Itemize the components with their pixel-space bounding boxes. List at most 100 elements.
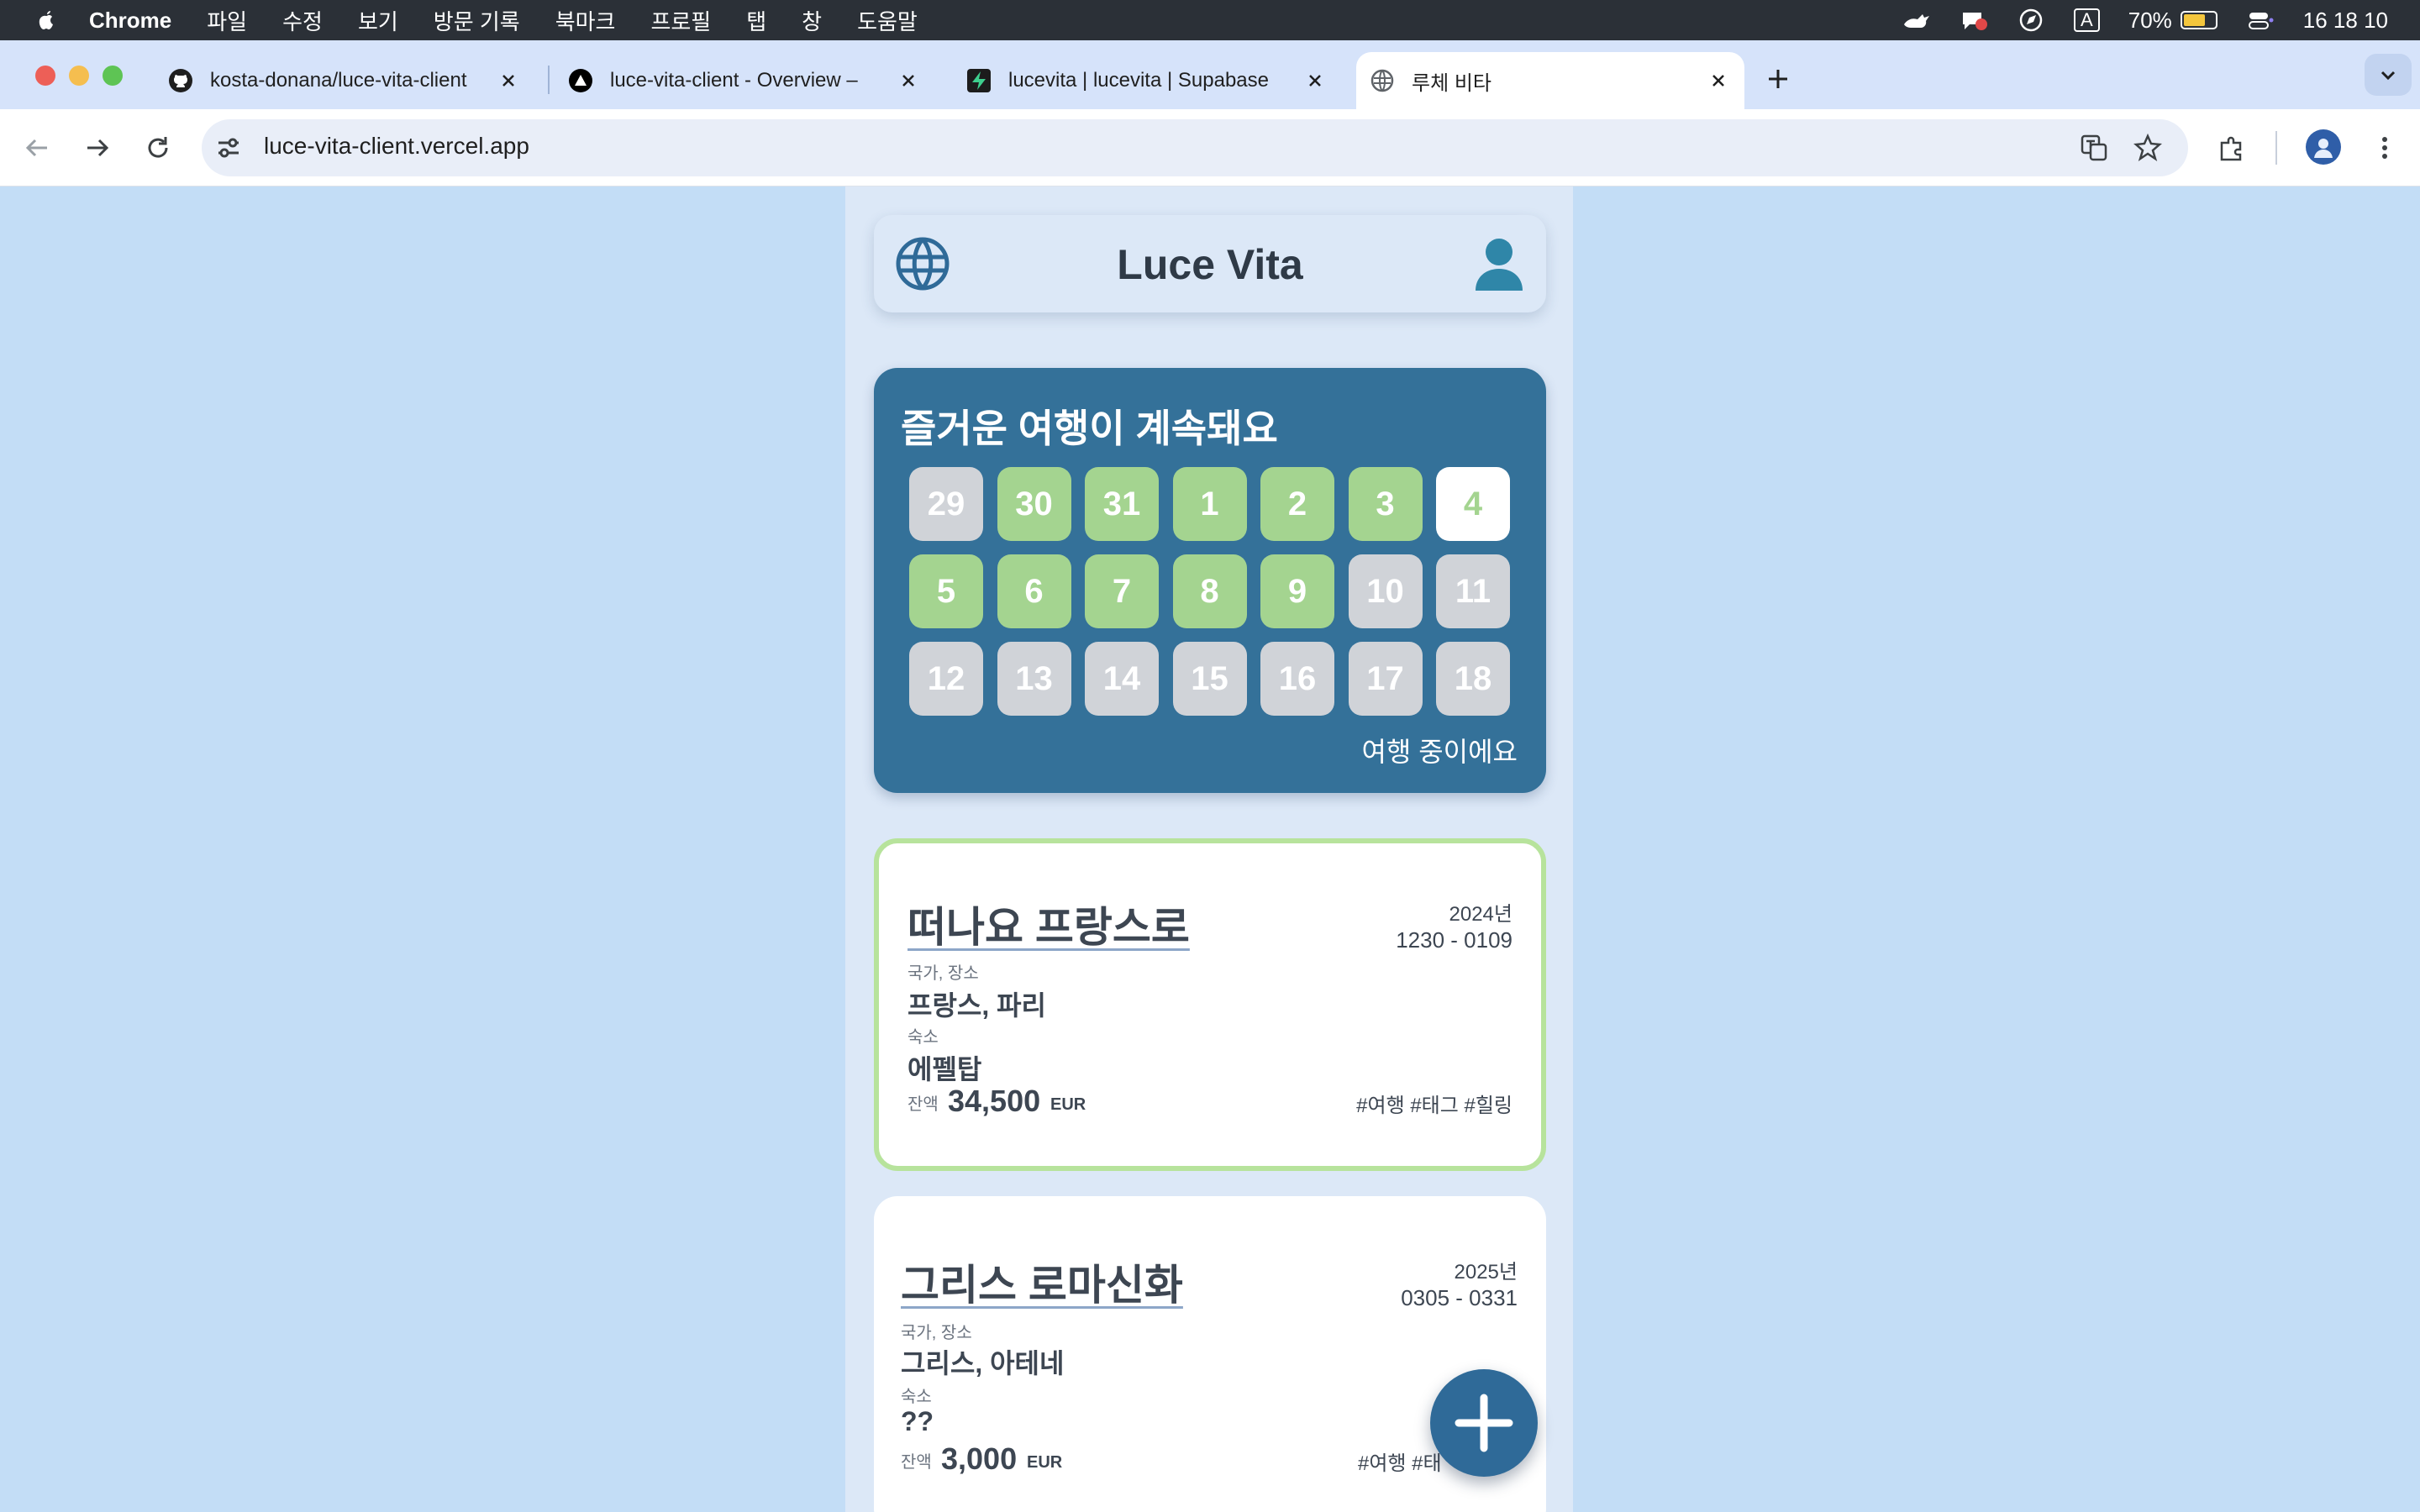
menu-help[interactable]: 도움말: [857, 5, 918, 36]
day-cell: 15: [1172, 642, 1247, 716]
macos-menu-bar: Chrome 파일 수정 보기 방문 기록 북마크 프로필 탭 창 도움말 A …: [0, 0, 2420, 40]
menu-view[interactable]: 보기: [358, 5, 398, 36]
github-icon: [169, 69, 192, 92]
trip-card-date-range: 0305 - 0331: [1401, 1285, 1518, 1310]
trip-card-lodging-label: 숙소: [908, 1028, 939, 1047]
trip-card-balance: 3,000: [941, 1441, 1018, 1476]
battery-indicator[interactable]: 70%: [2128, 8, 2217, 34]
trip-card-year: 2025년: [1454, 1261, 1518, 1284]
day-cell: 17: [1348, 642, 1423, 716]
bookmark-star-icon[interactable]: [2131, 131, 2165, 165]
forward-arrow-icon[interactable]: [81, 131, 114, 165]
chat-notification-icon[interactable]: [1960, 8, 1988, 33]
menu-extras: A 70% 16 18 10: [1902, 0, 2388, 40]
day-cell: 13: [997, 642, 1071, 716]
window-close-button[interactable]: [35, 66, 55, 86]
day-cell: 9: [1260, 554, 1334, 628]
supabase-icon: [967, 69, 991, 92]
menu-tab[interactable]: 탭: [746, 5, 766, 36]
trip-card-balance: 34,500: [948, 1084, 1041, 1118]
toolbar-separator: [2275, 131, 2277, 165]
site-info-icon[interactable]: [213, 131, 244, 165]
battery-percent: 70%: [2128, 7, 2172, 33]
tab-luce-vita-active[interactable]: 루체 비타: [1356, 52, 1744, 109]
day-cell: 7: [1085, 554, 1159, 628]
trip-card-lodging: ??: [901, 1406, 934, 1436]
day-cell: 12: [909, 642, 983, 716]
menu-window[interactable]: 창: [802, 5, 822, 36]
day-cell: 8: [1172, 554, 1247, 628]
translate-icon[interactable]: [2077, 131, 2111, 165]
menu-profiles[interactable]: 프로필: [650, 5, 711, 36]
day-cell: 4: [1436, 467, 1510, 541]
extensions-puzzle-icon[interactable]: [2215, 131, 2249, 165]
trip-card-currency: EUR: [1027, 1453, 1063, 1472]
globe-icon: [1370, 69, 1394, 92]
new-tab-button[interactable]: [1761, 62, 1795, 96]
vercel-icon: [569, 69, 592, 92]
day-cell: 31: [1085, 467, 1159, 541]
trip-card-currency: EUR: [1050, 1095, 1086, 1114]
window-minimize-button[interactable]: [69, 66, 89, 86]
day-cell: 5: [909, 554, 983, 628]
trip-card-balance-label: 잔액: [908, 1095, 939, 1114]
input-source-indicator[interactable]: A: [2074, 8, 2100, 32]
trip-card-title[interactable]: 그리스 로마신화: [901, 1252, 1183, 1312]
close-icon[interactable]: [1304, 70, 1326, 92]
day-cell: 6: [997, 554, 1071, 628]
app-brand-title: Luce Vita: [1117, 241, 1303, 288]
tab-github[interactable]: kosta-donana/luce-vita-client: [156, 52, 534, 109]
url-text[interactable]: luce-vita-client.vercel.app: [264, 133, 529, 160]
day-cell: 16: [1260, 642, 1334, 716]
plus-icon: [1455, 1394, 1513, 1452]
back-arrow-icon[interactable]: [20, 131, 54, 165]
tab-search-button[interactable]: [2365, 54, 2412, 96]
close-icon[interactable]: [1707, 70, 1729, 92]
trip-card-place-label: 국가, 장소: [908, 964, 979, 983]
day-cell: 14: [1085, 642, 1159, 716]
day-cell: 30: [997, 467, 1071, 541]
tab-title: lucevita | lucevita | Supabase: [1008, 69, 1269, 92]
apple-logo-icon[interactable]: [34, 8, 59, 33]
menu-bookmarks[interactable]: 북마크: [555, 5, 616, 36]
tab-separator: [548, 66, 550, 94]
day-cell: 1: [1172, 467, 1247, 541]
tab-supabase[interactable]: lucevita | lucevita | Supabase: [955, 52, 1341, 109]
close-icon[interactable]: [497, 70, 519, 92]
menu-history[interactable]: 방문 기록: [434, 5, 520, 36]
compass-icon[interactable]: [2017, 8, 2045, 33]
close-icon[interactable]: [897, 70, 919, 92]
reload-icon[interactable]: [141, 131, 175, 165]
menu-file[interactable]: 파일: [207, 5, 247, 36]
menu-edit[interactable]: 수정: [282, 5, 323, 36]
trip-card-tags: #여행 #태그 #힐링: [1356, 1095, 1512, 1117]
tab-vercel[interactable]: luce-vita-client - Overview –: [556, 52, 934, 109]
trip-card-year: 2024년: [1449, 903, 1512, 926]
trip-card-place: 그리스, 아테네: [901, 1348, 1065, 1378]
control-center-icon[interactable]: [2246, 8, 2275, 33]
day-cell: 10: [1348, 554, 1423, 628]
day-cell: 29: [909, 467, 983, 541]
day-cell: 18: [1436, 642, 1510, 716]
trip-card-lodging: 에펠탑: [908, 1054, 982, 1084]
trip-card-balance-label: 잔액: [901, 1453, 932, 1472]
trip-card-title[interactable]: 떠나요 프랑스로: [908, 894, 1190, 954]
tab-title: luce-vita-client - Overview –: [610, 69, 858, 92]
trip-card-place-label: 국가, 장소: [901, 1324, 972, 1342]
trip-card-lodging-label: 숙소: [901, 1388, 932, 1406]
day-cell: 11: [1436, 554, 1510, 628]
user-profile-icon[interactable]: [1472, 235, 1526, 292]
day-cell: 2: [1260, 467, 1334, 541]
window-zoom-button[interactable]: [103, 66, 123, 86]
menu-app-name[interactable]: Chrome: [89, 8, 171, 34]
trip-progress-title: 즐거운 여행이 계속돼요: [901, 407, 1278, 450]
add-trip-button[interactable]: [1430, 1369, 1538, 1477]
cat-status-icon[interactable]: [1902, 8, 1931, 33]
trip-card-tags: #여행 #태: [1358, 1452, 1442, 1475]
more-menu-icon[interactable]: [2368, 131, 2402, 165]
tab-title: 루체 비타: [1412, 71, 1491, 95]
profile-avatar[interactable]: [2306, 129, 2341, 165]
menu-clock[interactable]: 16 18 10: [2303, 8, 2388, 34]
trip-progress-caption: 여행 중이에요: [1361, 737, 1518, 767]
battery-icon: [2180, 11, 2217, 29]
